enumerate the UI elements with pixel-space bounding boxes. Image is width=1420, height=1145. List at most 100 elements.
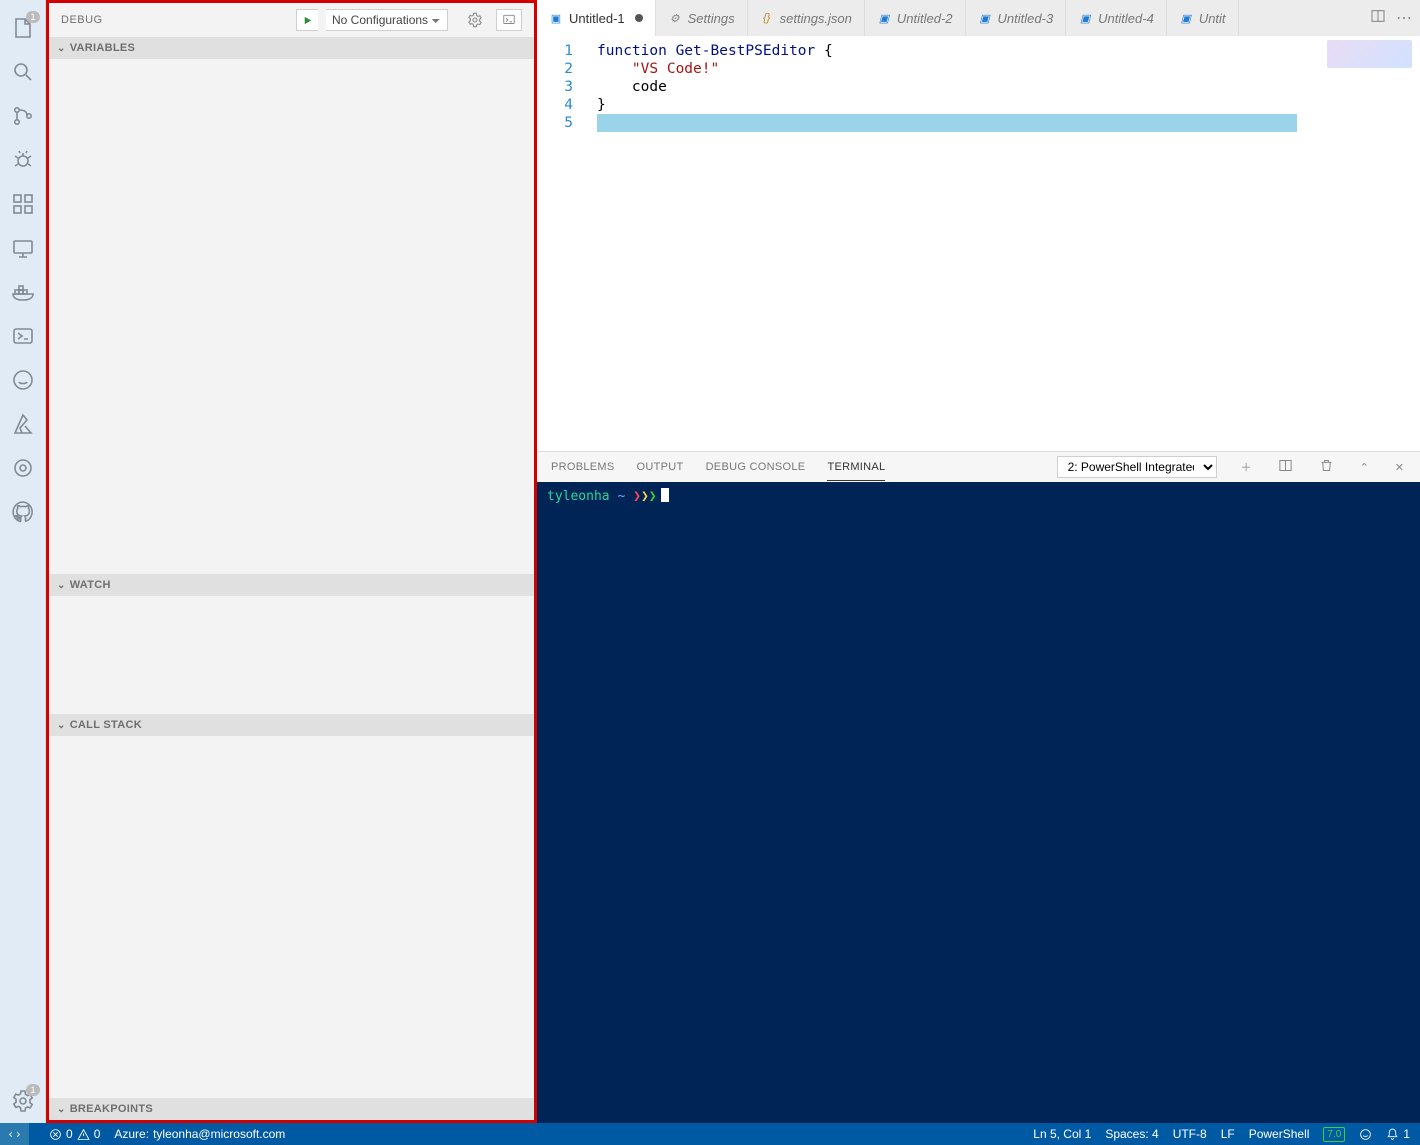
activity-powershell-icon[interactable] [0, 314, 46, 358]
debug-console-button[interactable] [496, 9, 522, 31]
tab-label: Untit [1199, 11, 1226, 26]
azure-account: tyleonha@microsoft.com [153, 1127, 285, 1141]
error-count: 0 [66, 1127, 73, 1141]
token-string: "VS Code!" [632, 61, 719, 77]
callstack-section-header[interactable]: ⌄ CALL STACK [49, 714, 534, 736]
panel-tab-problems[interactable]: PROBLEMS [551, 461, 615, 473]
code-editor[interactable]: 1 2 3 4 5 function Get-BestPSEditor { "V… [537, 36, 1420, 451]
activity-remote-icon[interactable] [0, 226, 46, 270]
kill-terminal-icon[interactable] [1317, 458, 1336, 476]
tab-untitled-2[interactable]: ▣ Untitled-2 [865, 0, 966, 36]
status-cursor-position[interactable]: Ln 5, Col 1 [1033, 1127, 1091, 1141]
azure-label: Azure: [114, 1127, 149, 1141]
activity-settings-icon[interactable] [0, 1079, 46, 1123]
panel-tab-terminal[interactable]: TERMINAL [827, 461, 885, 481]
status-problems[interactable]: 0 0 [49, 1127, 100, 1141]
activity-bar [0, 0, 46, 1123]
selection-highlight [597, 114, 1297, 132]
tab-label: settings.json [780, 11, 852, 26]
panel-tab-output[interactable]: OUTPUT [637, 461, 684, 473]
activity-liveshare-icon[interactable] [0, 358, 46, 402]
new-terminal-icon[interactable]: ＋ [1239, 459, 1254, 475]
callstack-label: CALL STACK [70, 719, 142, 731]
status-azure[interactable]: Azure: tyleonha@microsoft.com [114, 1127, 285, 1141]
split-editor-icon[interactable] [1370, 8, 1386, 29]
warning-count: 0 [94, 1127, 101, 1141]
ps-version-badge: 7.0 [1323, 1127, 1345, 1142]
minimap[interactable] [1327, 40, 1412, 68]
breakpoints-section-header[interactable]: ⌄ BREAKPOINTS [49, 1098, 534, 1120]
tab-untitled-1[interactable]: ▣ Untitled-1 [537, 0, 656, 36]
more-actions-icon[interactable]: ⋯ [1396, 8, 1412, 28]
activity-misc-icon[interactable] [0, 446, 46, 490]
activity-docker-icon[interactable] [0, 270, 46, 314]
activity-source-control-icon[interactable] [0, 94, 46, 138]
status-language[interactable]: PowerShell [1249, 1127, 1310, 1141]
json-file-icon: {} [760, 11, 774, 25]
activity-azure-icon[interactable] [0, 402, 46, 446]
remote-indicator[interactable] [0, 1123, 29, 1145]
watch-section-header[interactable]: ⌄ WATCH [49, 574, 534, 596]
debug-sidebar: DEBUG No Configurations ⌄ VARIABLES [46, 0, 537, 1123]
powershell-file-icon: ▣ [1179, 11, 1193, 25]
gear-icon: ⚙ [668, 11, 682, 25]
powershell-file-icon: ▣ [549, 11, 563, 25]
variables-label: VARIABLES [70, 42, 135, 54]
tab-untitled-4[interactable]: ▣ Untitled-4 [1066, 0, 1167, 36]
split-terminal-icon[interactable] [1276, 458, 1295, 476]
activity-explorer-icon[interactable] [0, 6, 46, 50]
debug-sidebar-header: DEBUG No Configurations [49, 3, 534, 37]
dirty-indicator-icon [635, 14, 643, 22]
chevron-down-icon: ⌄ [57, 580, 66, 591]
status-indentation[interactable]: Spaces: 4 [1105, 1127, 1158, 1141]
tab-untitled-3[interactable]: ▣ Untitled-3 [966, 0, 1067, 36]
token-brace: { [824, 43, 833, 59]
activity-debug-icon[interactable] [0, 138, 46, 182]
token-keyword: function [597, 43, 667, 59]
status-eol[interactable]: LF [1221, 1127, 1235, 1141]
open-launch-json-button[interactable] [462, 9, 488, 31]
start-debug-button[interactable] [296, 9, 318, 31]
status-encoding[interactable]: UTF-8 [1173, 1127, 1207, 1141]
line-number: 2 [537, 60, 573, 78]
variables-body [49, 59, 534, 574]
activity-extensions-icon[interactable] [0, 182, 46, 226]
chevron-down-icon: ⌄ [57, 720, 66, 731]
callstack-body [49, 736, 534, 1098]
terminal-prompt-char: ❯ [633, 489, 641, 504]
token-function: Get-BestPSEditor [676, 43, 816, 59]
tab-actions: ⋯ [1362, 0, 1420, 36]
terminal-prompt-char: ❯ [649, 489, 657, 504]
tab-settings[interactable]: ⚙ Settings [656, 0, 748, 36]
status-notifications[interactable]: 1 [1386, 1127, 1410, 1141]
editor-tabstrip: ▣ Untitled-1 ⚙ Settings {} settings.json… [537, 0, 1420, 36]
terminal-prompt-char: ❯ [641, 489, 649, 504]
powershell-file-icon: ▣ [978, 11, 992, 25]
tab-label: Untitled-2 [897, 11, 953, 26]
code-content[interactable]: function Get-BestPSEditor { "VS Code!" c… [587, 36, 1420, 451]
status-feedback-icon[interactable] [1359, 1128, 1372, 1141]
variables-section-header[interactable]: ⌄ VARIABLES [49, 37, 534, 59]
line-number: 1 [537, 42, 573, 60]
tab-settings-json[interactable]: {} settings.json [748, 0, 865, 36]
tab-label: Settings [688, 11, 735, 26]
terminal[interactable]: tyleonha ~ ❯❯❯ [537, 482, 1420, 1123]
powershell-file-icon: ▣ [877, 11, 891, 25]
close-panel-icon[interactable]: ✕ [1393, 461, 1406, 474]
terminal-cursor [661, 488, 669, 502]
activity-github-icon[interactable] [0, 490, 46, 534]
activity-search-icon[interactable] [0, 50, 46, 94]
watch-body [49, 596, 534, 714]
status-ps-version[interactable]: 7.0 [1323, 1127, 1345, 1142]
debug-config-select[interactable]: No Configurations [326, 9, 448, 31]
line-gutter: 1 2 3 4 5 [537, 36, 587, 451]
chevron-down-icon: ⌄ [57, 1104, 66, 1115]
tab-label: Untitled-4 [1098, 11, 1154, 26]
status-bar: 0 0 Azure: tyleonha@microsoft.com Ln 5, … [0, 1123, 1420, 1145]
panel-tab-debug-console[interactable]: DEBUG CONSOLE [706, 461, 806, 473]
breakpoints-label: BREAKPOINTS [70, 1103, 153, 1115]
tab-untitled-5-truncated[interactable]: ▣ Untit [1167, 0, 1239, 36]
tab-label: Untitled-1 [569, 11, 625, 26]
maximize-panel-icon[interactable]: ⌃ [1358, 461, 1371, 474]
terminal-selector[interactable]: 2: PowerShell Integrated Con [1057, 456, 1217, 478]
